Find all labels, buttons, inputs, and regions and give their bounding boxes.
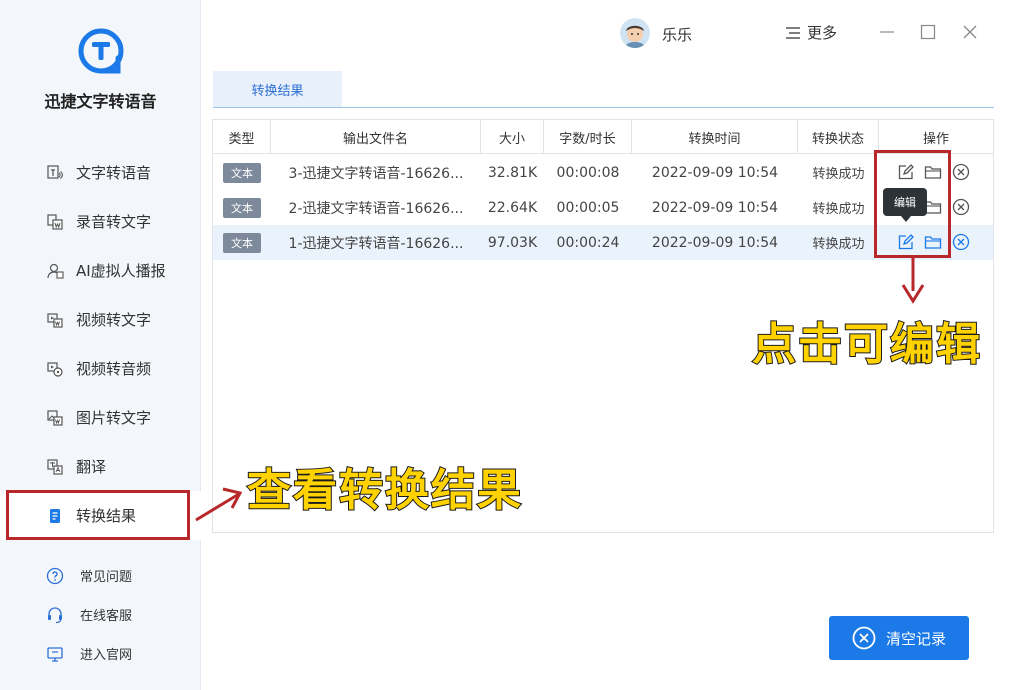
tab-results[interactable]: 转换结果 xyxy=(213,71,342,107)
sidebar-item-video-to-audio[interactable]: 视频转音频 xyxy=(0,344,201,393)
ai-avatar-icon xyxy=(46,262,64,280)
headset-icon xyxy=(46,606,64,624)
sidebar-item-ai-avatar[interactable]: AI虚拟人播报 xyxy=(0,246,201,295)
sidebar-bottom-links: 常见问题 在线客服 进入官网 xyxy=(0,556,201,673)
sidebar-link-official-site[interactable]: 进入官网 xyxy=(0,634,201,673)
status-cell: 转换成功 xyxy=(812,167,865,182)
edit-hint-annotation: 点击可编辑 xyxy=(751,318,982,371)
delete-icon[interactable] xyxy=(952,233,970,251)
duration-cell: 00:00:05 xyxy=(556,199,620,216)
time-cell: 2022-09-09 10:54 xyxy=(651,199,779,216)
sidebar-item-text-to-speech[interactable]: 文字转语音 xyxy=(0,148,201,197)
delete-icon[interactable] xyxy=(952,198,970,216)
text-to-speech-icon xyxy=(46,164,64,182)
tab-divider xyxy=(213,107,994,108)
column-header-time: 转换时间 xyxy=(632,120,798,154)
sidebar-item-recording-to-text[interactable]: 录音转文字 xyxy=(0,197,201,246)
sidebar-link-label: 进入官网 xyxy=(80,648,133,663)
type-badge: 文本 xyxy=(223,162,261,183)
sidebar-link-online-support[interactable]: 在线客服 xyxy=(0,595,201,634)
sidebar-item-translate[interactable]: 翻译 xyxy=(0,442,201,491)
sidebar-item-label: 文字转语音 xyxy=(76,164,152,182)
delete-icon[interactable] xyxy=(952,163,970,181)
clear-records-label: 清空记录 xyxy=(885,629,946,648)
column-header-filename: 输出文件名 xyxy=(271,120,481,154)
results-highlight-box xyxy=(6,490,190,540)
minimize-icon[interactable] xyxy=(879,24,895,40)
status-cell: 转换成功 xyxy=(812,237,865,252)
down-arrow-annotation xyxy=(901,257,925,304)
translate-icon xyxy=(46,458,64,476)
maximize-icon[interactable] xyxy=(920,24,936,40)
sidebar-item-label: 视频转文字 xyxy=(76,311,152,329)
user-avatar[interactable] xyxy=(620,18,650,48)
sidebar-item-label: AI虚拟人播报 xyxy=(76,262,166,280)
edit-highlight-box xyxy=(874,150,951,258)
sidebar-link-faq[interactable]: 常见问题 xyxy=(0,556,201,595)
size-cell: 97.03K xyxy=(487,234,538,251)
type-badge: 文本 xyxy=(223,232,261,253)
app-logo-icon xyxy=(78,28,124,74)
filename-cell: 3-迅捷文字转语音-16626... xyxy=(288,165,464,182)
app-name: 迅捷文字转语音 xyxy=(44,92,157,111)
size-cell: 32.81K xyxy=(487,164,538,181)
type-badge: 文本 xyxy=(223,197,261,218)
column-header-duration: 字数/时长 xyxy=(544,120,632,154)
clear-icon xyxy=(852,626,876,650)
menu-icon xyxy=(786,26,800,39)
duration-cell: 00:00:08 xyxy=(556,164,620,181)
clear-records-button[interactable]: 清空记录 xyxy=(829,616,969,660)
sidebar: 迅捷文字转语音 文字转语音 录音转文字 AI虚拟人播报 视频转文字 视频转音频 … xyxy=(0,0,201,690)
close-icon[interactable] xyxy=(962,24,978,40)
time-cell: 2022-09-09 10:54 xyxy=(651,234,779,251)
size-cell: 22.64K xyxy=(487,199,538,216)
results-hint-annotation: 查看转换结果 xyxy=(246,464,523,517)
sidebar-item-label: 图片转文字 xyxy=(76,409,152,427)
monitor-icon xyxy=(46,645,64,663)
column-header-type: 类型 xyxy=(213,120,271,154)
image-to-text-icon xyxy=(46,409,64,427)
filename-cell: 1-迅捷文字转语音-16626... xyxy=(288,235,464,252)
more-label: 更多 xyxy=(807,24,838,42)
column-header-actions: 操作 xyxy=(922,131,949,147)
column-header-status: 转换状态 xyxy=(798,120,879,154)
sidebar-item-label: 视频转音频 xyxy=(76,360,152,378)
recording-to-text-icon xyxy=(46,213,64,231)
sidebar-item-image-to-text[interactable]: 图片转文字 xyxy=(0,393,201,442)
username[interactable]: 乐乐 xyxy=(662,24,692,45)
sidebar-item-video-to-text[interactable]: 视频转文字 xyxy=(0,295,201,344)
sidebar-nav: 文字转语音 录音转文字 AI虚拟人播报 视频转文字 视频转音频 图片转文字 翻译… xyxy=(0,148,201,540)
sidebar-link-label: 在线客服 xyxy=(80,609,133,624)
status-cell: 转换成功 xyxy=(812,202,865,217)
more-menu-button[interactable]: 更多 xyxy=(785,22,837,43)
video-to-text-icon xyxy=(46,311,64,329)
table-header: 类型 输出文件名 大小 字数/时长 转换时间 转换状态 操作 xyxy=(213,120,993,154)
sidebar-item-label: 录音转文字 xyxy=(76,213,152,231)
time-cell: 2022-09-09 10:54 xyxy=(651,164,779,181)
help-icon xyxy=(46,567,64,585)
video-to-audio-icon xyxy=(46,360,64,378)
filename-cell: 2-迅捷文字转语音-16626... xyxy=(288,200,464,217)
diagonal-arrow-annotation xyxy=(195,487,243,522)
duration-cell: 00:00:24 xyxy=(556,234,620,251)
sidebar-link-label: 常见问题 xyxy=(80,570,133,585)
column-header-size: 大小 xyxy=(481,120,544,154)
sidebar-item-label: 翻译 xyxy=(76,458,107,476)
